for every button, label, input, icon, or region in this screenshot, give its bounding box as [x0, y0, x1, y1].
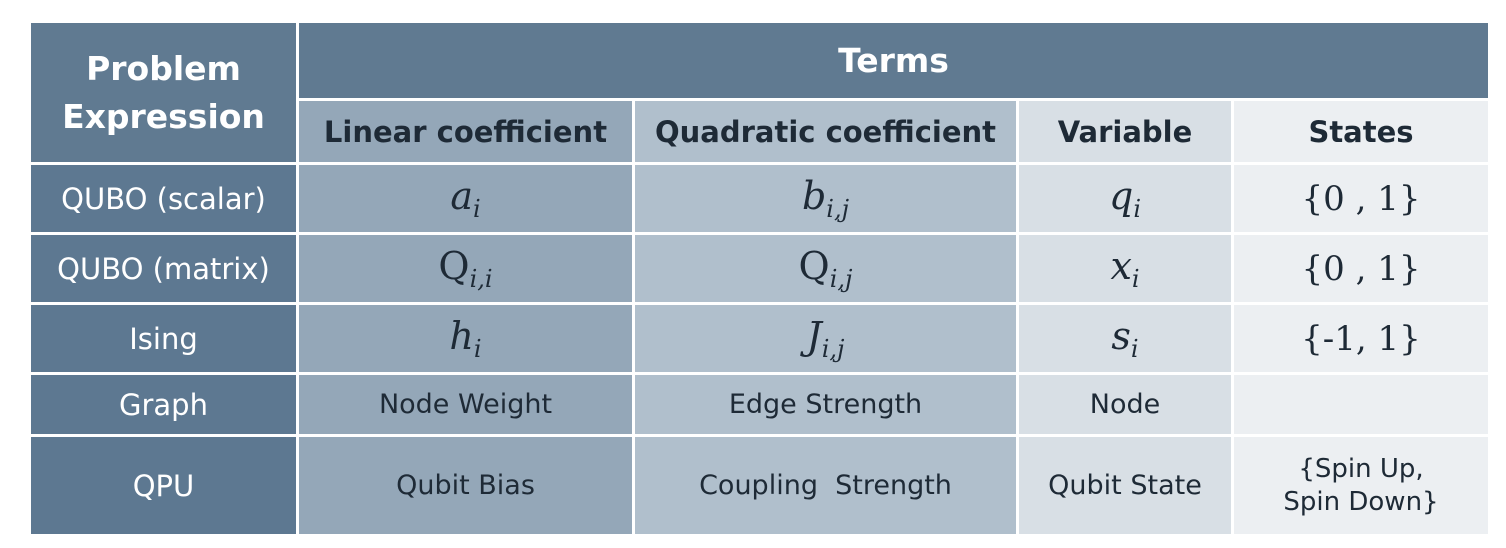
- math-base: Q: [798, 244, 830, 288]
- table-row: QUBO (scalar) ai bi,j qi {0 , 1}: [28, 162, 1491, 235]
- terms-table-container: Problem Expression Terms Linear coeffici…: [28, 20, 1491, 537]
- math-sub: i,j: [821, 335, 845, 363]
- states-line1: {Spin Up,: [1298, 454, 1424, 484]
- quadratic-cell: bi,j: [632, 162, 1019, 235]
- col-header-states: States: [1231, 98, 1491, 165]
- col-header-linear: Linear coefficient: [296, 98, 635, 165]
- problem-header-line1: Problem: [86, 48, 241, 88]
- math-sub: i,i: [469, 265, 493, 293]
- math-base: x: [1110, 244, 1132, 288]
- problem-expression-header: Problem Expression: [28, 20, 299, 165]
- states-cell: {-1, 1}: [1231, 302, 1491, 375]
- math-base: s: [1111, 314, 1131, 358]
- math-sub: i: [472, 195, 481, 223]
- row-label: QUBO (matrix): [28, 232, 299, 305]
- table-row: Graph Node Weight Edge Strength Node: [28, 372, 1491, 437]
- problem-header-line2: Expression: [62, 96, 265, 136]
- terms-header: Terms: [296, 20, 1491, 101]
- variable-cell: qi: [1016, 162, 1234, 235]
- states-cell: [1231, 372, 1491, 437]
- variable-cell: si: [1016, 302, 1234, 375]
- quadratic-cell: Coupling Strength: [632, 434, 1019, 537]
- row-label: QUBO (scalar): [28, 162, 299, 235]
- math-base: J: [806, 314, 822, 358]
- math-sub: i: [1130, 335, 1139, 363]
- math-base: h: [449, 314, 474, 358]
- linear-cell: ai: [296, 162, 635, 235]
- table-row: QUBO (matrix) Qi,i Qi,j xi {0 , 1}: [28, 232, 1491, 305]
- variable-cell: xi: [1016, 232, 1234, 305]
- table-row: Ising hi Ji,j si {-1, 1}: [28, 302, 1491, 375]
- linear-cell: Qubit Bias: [296, 434, 635, 537]
- linear-cell: hi: [296, 302, 635, 375]
- table-row: QPU Qubit Bias Coupling Strength Qubit S…: [28, 434, 1491, 537]
- math-sub: i,j: [829, 265, 853, 293]
- row-label: QPU: [28, 434, 299, 537]
- math-base: a: [450, 174, 473, 218]
- quadratic-cell: Edge Strength: [632, 372, 1019, 437]
- variable-cell: Node: [1016, 372, 1234, 437]
- states-cell: {0 , 1}: [1231, 162, 1491, 235]
- linear-cell: Qi,i: [296, 232, 635, 305]
- states-line2: Spin Down}: [1283, 486, 1439, 517]
- math-base: Q: [438, 244, 470, 288]
- quadratic-cell: Ji,j: [632, 302, 1019, 375]
- math-sub: i: [1131, 265, 1140, 293]
- variable-cell: Qubit State: [1016, 434, 1234, 537]
- math-sub: i,j: [826, 195, 850, 223]
- states-cell: {Spin Up, Spin Down}: [1231, 434, 1491, 537]
- math-sub: i: [1133, 195, 1141, 223]
- states-cell: {0 , 1}: [1231, 232, 1491, 305]
- linear-cell: Node Weight: [296, 372, 635, 437]
- row-label: Graph: [28, 372, 299, 437]
- math-base: b: [801, 174, 827, 218]
- terms-table: Problem Expression Terms Linear coeffici…: [28, 20, 1491, 537]
- col-header-quadratic: Quadratic coefficient: [632, 98, 1019, 165]
- math-base: q: [1108, 174, 1134, 218]
- header-row-top: Problem Expression Terms: [28, 20, 1491, 165]
- row-label: Ising: [28, 302, 299, 375]
- quadratic-cell: Qi,j: [632, 232, 1019, 305]
- math-sub: i: [473, 335, 482, 363]
- col-header-variable: Variable: [1016, 98, 1234, 165]
